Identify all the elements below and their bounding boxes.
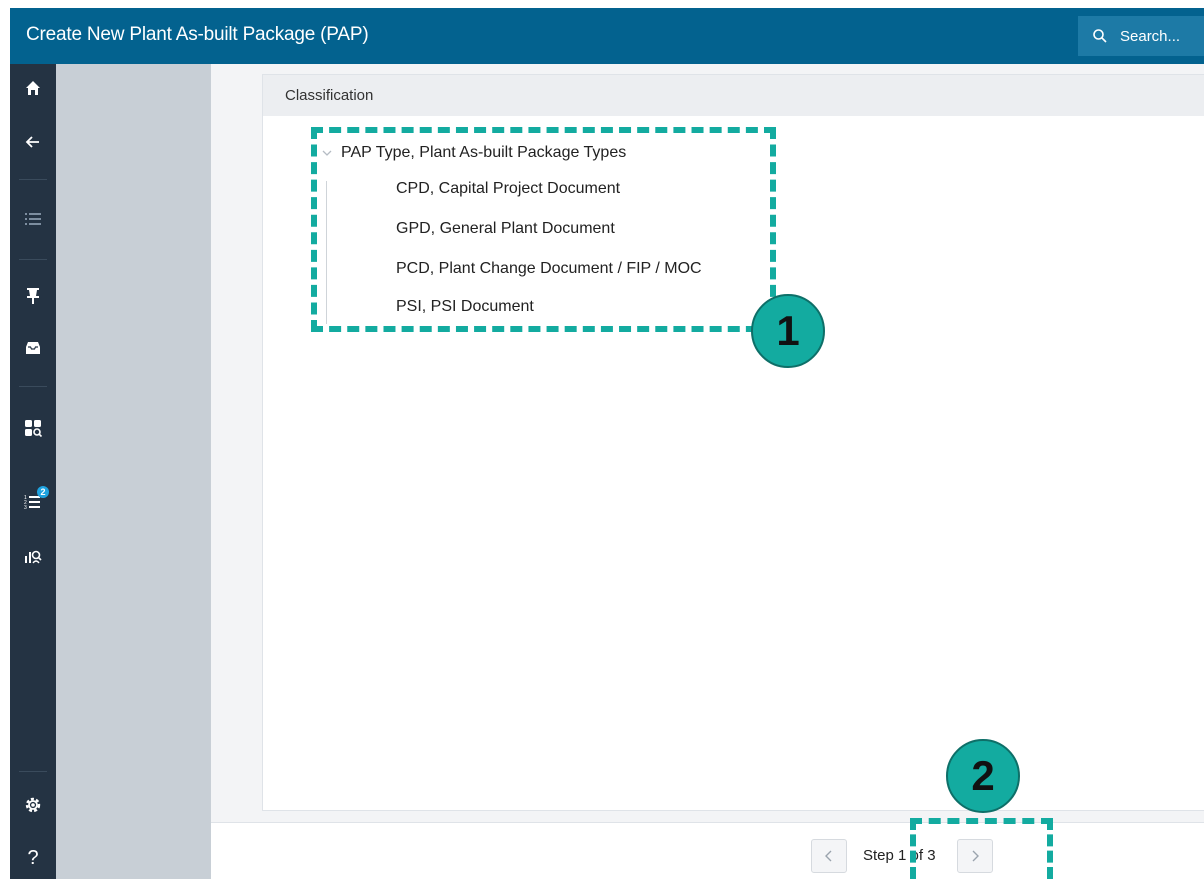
help-button[interactable]: ? xyxy=(10,838,56,878)
inbox-button[interactable] xyxy=(10,328,56,368)
tree-node-label: PAP Type, Plant As-built Package Types xyxy=(341,144,627,161)
classification-card: Classification PAP Type, Plant As-built … xyxy=(262,74,1204,811)
tree-guide-line xyxy=(326,181,327,324)
tree-node-pap-type[interactable]: PAP Type, Plant As-built Package Types xyxy=(321,144,626,162)
tree-node-psi[interactable]: PSI, PSI Document xyxy=(396,298,534,316)
annotation-marker-1: 1 xyxy=(751,294,825,368)
settings-button[interactable] xyxy=(10,785,56,825)
wizard-footer: Step 1 of 3 xyxy=(211,823,1204,879)
inbox-icon xyxy=(26,342,40,354)
chevron-left-icon xyxy=(825,850,832,862)
rail-divider xyxy=(19,386,47,387)
previous-step-button[interactable] xyxy=(811,839,847,873)
tree-node-gpd[interactable]: GPD, General Plant Document xyxy=(396,220,615,238)
rail-divider xyxy=(19,179,47,180)
chart-search-icon xyxy=(25,550,42,564)
notification-badge: 2 xyxy=(37,486,49,498)
home-icon xyxy=(26,81,40,95)
help-icon: ? xyxy=(27,846,39,869)
pin-icon xyxy=(27,288,39,304)
home-button[interactable] xyxy=(10,68,56,108)
back-arrow-icon xyxy=(25,136,39,148)
widget-search-button[interactable] xyxy=(10,408,56,448)
search-icon xyxy=(1093,29,1107,43)
settings-icon xyxy=(25,797,41,813)
ordered-list-button[interactable]: 1 2 3 2 xyxy=(10,482,56,522)
search-box[interactable]: Search... xyxy=(1078,16,1204,56)
tree-node-cpd[interactable]: CPD, Capital Project Document xyxy=(396,180,620,198)
annotation-marker-2: 2 xyxy=(946,739,1020,813)
page-title: Create New Plant As-built Package (PAP) xyxy=(26,24,369,45)
back-button[interactable] xyxy=(10,122,56,162)
rail-divider xyxy=(19,771,47,772)
next-step-button[interactable] xyxy=(957,839,993,873)
widget-search-icon xyxy=(25,420,42,437)
list-button[interactable] xyxy=(10,199,56,239)
rail-divider xyxy=(19,259,47,260)
chevron-down-icon xyxy=(322,150,332,156)
step-indicator: Step 1 of 3 xyxy=(863,847,936,864)
classification-heading: Classification xyxy=(263,75,1204,116)
svg-text:3: 3 xyxy=(24,505,27,510)
list-icon xyxy=(25,213,41,225)
app-header: Create New Plant As-built Package (PAP) … xyxy=(10,8,1204,64)
side-panel xyxy=(56,64,211,879)
chart-search-button[interactable] xyxy=(10,536,56,576)
pin-button[interactable] xyxy=(10,276,56,316)
left-nav-rail: 1 2 3 2 ? xyxy=(10,64,56,879)
tree-node-pcd[interactable]: PCD, Plant Change Document / FIP / MOC xyxy=(396,260,702,278)
chevron-right-icon xyxy=(972,850,979,862)
search-input[interactable]: Search... xyxy=(1120,28,1180,45)
